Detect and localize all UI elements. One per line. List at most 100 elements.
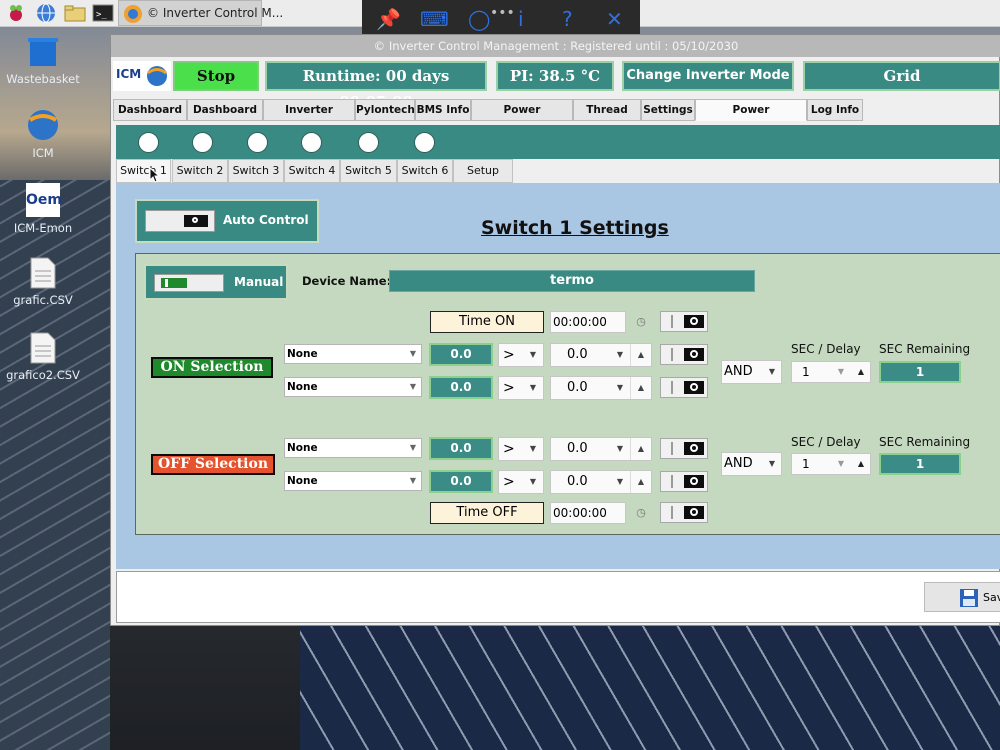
on-operator-1-select[interactable]: > ▼ [498,343,544,367]
info-icon[interactable]: i [518,8,524,30]
off-sec-delay-label: SEC / Delay [791,435,861,449]
tab-switch-5[interactable]: Switch 5 [340,159,397,183]
switch-3-led [247,132,268,153]
chevron-down-icon: ▼ [616,383,624,392]
chevron-up-icon: ▲ [857,367,865,376]
mouse-icon[interactable]: ◯ [468,8,490,30]
chevron-down-icon: ▼ [409,382,417,391]
chevron-down-icon: ▼ [529,477,537,486]
desktop-icon-label: ICM-Emon [13,221,73,235]
panel-title: Switch 1 Settings [481,217,669,239]
change-inverter-mode-button[interactable]: Change Inverter Mode [622,61,794,91]
off-sec-delay-spin[interactable]: 1 ▼ ▲ [791,453,871,475]
desktop-icon-grafic-csv[interactable]: grafic.CSV [0,257,86,307]
pin-icon[interactable]: 📌 [376,8,401,30]
tab-settings[interactable]: Settings [641,99,695,121]
chevron-down-icon: ▼ [409,476,417,485]
icm-window: © Inverter Control Management : Register… [110,34,1000,626]
tab-switch-2[interactable]: Switch 2 [172,159,228,183]
off-source-1-select[interactable]: None ▼ [284,438,422,458]
chevron-down-icon: ▼ [837,367,845,376]
on-sec-remaining-label: SEC Remaining [879,342,971,356]
file-icon [30,332,56,364]
off-value-2: 0.0 [429,470,493,493]
mouse-cursor-icon [149,167,161,183]
on-source-2-select[interactable]: None ▼ [284,377,422,397]
switch-1-led [138,132,159,153]
desktop-icon-icm-emon[interactable]: Oem ICM-Emon [0,183,86,235]
bottom-bar: Save [116,571,1000,623]
time-off-input[interactable]: 00:00:00 [550,502,626,524]
on-sec-delay-spin[interactable]: 1 ▼ ▲ [791,361,871,383]
close-icon[interactable]: ✕ [606,8,623,30]
desktop-icon-wastebasket[interactable]: Wastebasket [0,36,86,86]
manual-group: Manual [144,264,288,300]
on-logic-select[interactable]: AND ▼ [721,360,782,384]
tab-thread-info[interactable]: Thread Info [573,99,641,136]
on-operator-2-select[interactable]: > ▼ [498,376,544,400]
off-condition-1-switch[interactable] [660,438,708,459]
switch-status-bar [116,125,1000,159]
time-off-switch[interactable] [660,502,708,523]
time-on-switch[interactable] [660,311,708,332]
tab-dashboard-1[interactable]: Dashboard 1 [113,99,187,136]
globe-icon[interactable] [36,3,56,23]
off-logic-select[interactable]: AND ▼ [721,452,782,476]
more-icon[interactable]: ••• [490,2,515,24]
chevron-down-icon: ▼ [409,349,417,358]
raspberry-icon[interactable] [6,3,26,23]
switch-4-led [301,132,322,153]
tab-power-management[interactable]: Power Management [695,99,807,136]
on-threshold-1-spin[interactable]: 0.0 ▼ ▲ [550,343,652,367]
floppy-disk-icon [960,589,978,607]
oem-logo-icon: Oem [26,183,62,217]
stop-button[interactable]: Stop [173,61,259,91]
tab-bms-info[interactable]: BMS Info [415,99,471,121]
tab-dashboard-2[interactable]: Dashboard 2 [187,99,263,136]
desktop-icon-icm[interactable]: ICM [0,108,86,160]
chevron-down-icon: ▼ [529,350,537,359]
off-source-2-select[interactable]: None ▼ [284,471,422,491]
terminal-icon[interactable]: >_ [92,3,114,23]
desktop-icon-label: ICM [32,146,54,160]
off-threshold-1-spin[interactable]: 0.0 ▼ ▲ [550,437,652,461]
taskbar-task-icm[interactable]: © Inverter Control M... [118,0,283,26]
auto-control-toggle[interactable] [145,210,215,232]
on-condition-1-switch[interactable] [660,344,708,365]
help-icon[interactable]: ? [562,8,573,30]
device-name-field[interactable]: termo [389,270,755,292]
tab-log-info[interactable]: Log Info [807,99,863,121]
off-condition-2-switch[interactable] [660,471,708,492]
on-source-1-select[interactable]: None ▼ [284,344,422,364]
folder-icon[interactable] [64,3,86,23]
keyboard-icon[interactable]: ⌨ [420,8,449,30]
on-threshold-2-spin[interactable]: 0.0 ▼ ▲ [550,376,652,400]
chevron-down-icon: ▼ [529,383,537,392]
inverter-mode-display: Grid [803,61,1000,91]
clock-icon[interactable]: ◷ [630,502,652,524]
off-threshold-2-spin[interactable]: 0.0 ▼ ▲ [550,470,652,494]
tab-pylontech[interactable]: Pylontech [355,99,415,121]
tab-switch-4[interactable]: Switch 4 [284,159,340,183]
off-operator-1-select[interactable]: > ▼ [498,437,544,461]
clock-icon[interactable]: ◷ [630,311,652,333]
tab-setup[interactable]: Setup [453,159,513,183]
time-on-input[interactable]: 00:00:00 [550,311,626,333]
switch-settings-content: Auto Control Switch 1 Settings Manual De… [116,183,1000,569]
on-sec-delay-label: SEC / Delay [791,342,861,356]
on-condition-2-switch[interactable] [660,377,708,398]
desktop-icon-grafico2-csv[interactable]: grafico2.CSV [0,332,86,382]
off-operator-2-select[interactable]: > ▼ [498,470,544,494]
chevron-down-icon: ▼ [616,477,624,486]
tab-switch-3[interactable]: Switch 3 [228,159,284,183]
tab-inverter-values[interactable]: Inverter Values [263,99,355,136]
save-button[interactable]: Save [924,582,1000,612]
desktop-icon-label: Wastebasket [6,72,80,86]
tab-switch-1[interactable]: Switch 1 [116,159,171,183]
chevron-up-icon: ▲ [630,344,651,366]
manual-toggle[interactable] [154,274,224,292]
window-titlebar[interactable]: © Inverter Control Management : Register… [111,35,1000,57]
tab-switch-6[interactable]: Switch 6 [397,159,453,183]
tab-power-production[interactable]: Power Production [471,99,573,136]
icm-logo-globe-icon [147,66,167,86]
